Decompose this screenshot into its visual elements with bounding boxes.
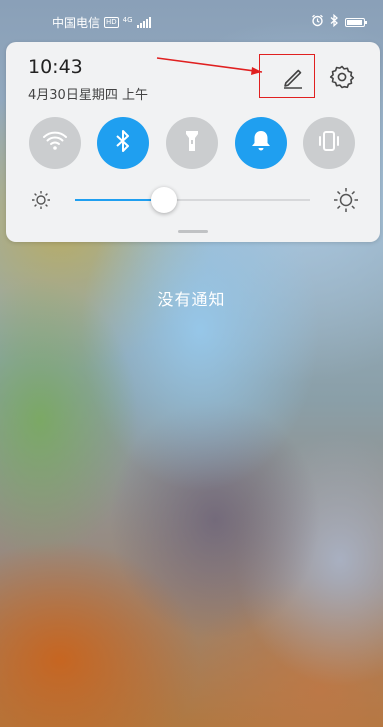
bluetooth-icon [330, 13, 339, 30]
wifi-icon [42, 130, 68, 156]
vibrate-toggle[interactable] [303, 117, 355, 169]
edit-pencil-icon[interactable] [279, 64, 307, 92]
status-right [311, 13, 367, 30]
brightness-slider[interactable] [75, 187, 310, 213]
sound-toggle[interactable] [235, 117, 287, 169]
brightness-high-icon [333, 187, 359, 213]
no-notifications-text: 没有通知 [157, 290, 226, 309]
status-left: 中国电信 HD 4G [52, 14, 151, 31]
quick-settings-panel: 10:43 4月30日星期四 上午 [6, 42, 380, 242]
status-bar: 中国电信 HD 4G [0, 0, 383, 44]
flashlight-toggle[interactable] [166, 117, 218, 169]
wifi-toggle[interactable] [29, 117, 81, 169]
vibrate-icon [316, 129, 342, 157]
carrier-name: 中国电信 [52, 15, 101, 30]
alarm-icon [311, 14, 324, 30]
network-type: 4G [122, 15, 133, 24]
panel-drag-handle[interactable] [178, 230, 208, 233]
flashlight-icon [184, 129, 200, 157]
brightness-slider-thumb[interactable] [151, 187, 178, 213]
bluetooth-icon [115, 129, 131, 157]
hd-badge: HD [104, 16, 119, 28]
bell-icon [250, 129, 272, 157]
battery-icon [345, 17, 367, 27]
signal-icon [136, 16, 151, 28]
bluetooth-toggle[interactable] [97, 117, 149, 169]
settings-gear-icon[interactable] [327, 62, 357, 92]
clock-time: 10:43 [28, 56, 83, 78]
brightness-low-icon [31, 190, 51, 210]
clock-date: 4月30日星期四 上午 [28, 88, 148, 103]
